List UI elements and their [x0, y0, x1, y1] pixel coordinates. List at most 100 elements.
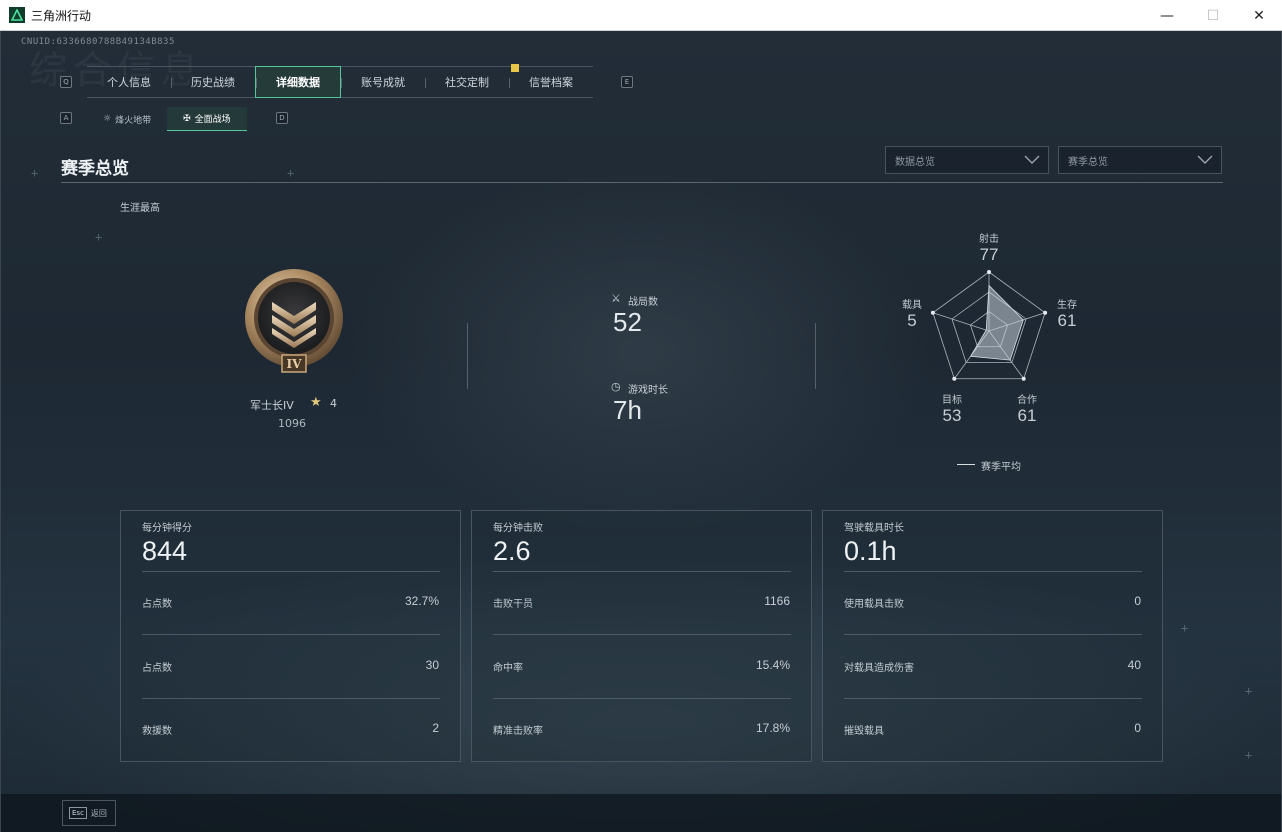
data-overview-dropdown[interactable]: 数据总览 — [885, 146, 1049, 174]
radar-data-polygon — [969, 284, 1024, 361]
radar-value-survival: 61 — [1057, 311, 1077, 330]
row-label: 占点数 — [142, 599, 172, 610]
back-label: 返回 — [90, 808, 107, 818]
card-title: 每分钟击败 — [493, 523, 543, 534]
vehicle-card: 驾驶载具时长 0.1h 使用载具击败 0 对载具造成伤害 40 摧毁载具 0 — [822, 510, 1163, 762]
warfare-icon: ✠ — [183, 113, 191, 124]
card-value: 0.1h — [844, 536, 897, 566]
radar-label-vehicle: 载具 — [902, 300, 922, 311]
crosshair-icon: + — [1181, 621, 1189, 635]
radar-label-shooting: 射击 — [979, 234, 999, 245]
rank-name: 军士长IV — [250, 399, 294, 412]
player-uid: CNUID:6336680788B49134B835 — [21, 37, 175, 47]
key-hint-a: A — [60, 112, 72, 124]
row-value: 32.7% — [404, 594, 439, 608]
card-divider — [493, 698, 791, 699]
radar-label-survival: 生存 — [1057, 300, 1077, 311]
game-viewport: 综合信息 CNUID:6336680788B49134B835 + + + + … — [0, 31, 1282, 832]
tab-achievements[interactable]: 账号成就 — [341, 67, 425, 97]
close-button[interactable]: ✕ — [1236, 0, 1282, 31]
tab-credit[interactable]: 信誉档案 — [509, 67, 593, 97]
row-value: 17.8% — [755, 721, 790, 735]
radar-label-teamwork: 合作 — [1017, 395, 1037, 406]
kills-card: 每分钟击败 2.6 击败干员 1166 命中率 15.4% 精准击败率 17.8… — [471, 510, 812, 762]
radar-value-vehicle: 5 — [907, 311, 917, 330]
rank-emblem-icon: IV — [242, 268, 346, 380]
row-value: 40 — [1127, 658, 1141, 672]
card-divider — [142, 634, 440, 635]
card-divider — [493, 634, 791, 635]
row-label: 救援数 — [142, 726, 172, 737]
card-title: 每分钟得分 — [142, 523, 192, 534]
subtab-label: 全面战场 — [194, 115, 231, 125]
card-divider — [142, 698, 440, 699]
radar-label-objective: 目标 — [942, 395, 962, 406]
row-label: 占点数 — [142, 663, 172, 674]
row-value: 1166 — [764, 594, 790, 608]
radar-vertex-dot — [952, 376, 957, 381]
card-divider — [844, 571, 1142, 572]
radar-value-shooting: 77 — [979, 245, 999, 264]
radar-value-teamwork: 61 — [1017, 406, 1037, 425]
card-divider — [844, 634, 1142, 635]
maximize-button[interactable]: ☐ — [1190, 0, 1236, 31]
row-label: 使用载具击败 — [844, 599, 904, 610]
playtime-value: 7h — [613, 395, 642, 425]
tab-detailed-data[interactable]: 详细数据 — [255, 66, 341, 98]
subtab-warfare[interactable]: ✠ 全面战场 — [167, 107, 247, 131]
career-best-label: 生涯最高 — [120, 203, 160, 214]
card-value: 2.6 — [493, 536, 531, 566]
tab-profile[interactable]: 个人信息 — [87, 67, 171, 97]
tab-social[interactable]: 社交定制 — [425, 67, 509, 97]
window-title: 三角洲行动 — [31, 8, 92, 23]
dropdown-value: 数据总览 — [895, 156, 935, 168]
notification-badge — [511, 64, 519, 72]
crosshair-icon: + — [31, 166, 39, 180]
key-hint-q: Q — [60, 76, 72, 88]
crosshair-icon: + — [1245, 748, 1253, 762]
rank-numeral: IV — [287, 357, 303, 371]
playtime-label: 游戏时长 — [628, 385, 668, 396]
window-titlebar: 三角洲行动 — ☐ ✕ — [0, 0, 1282, 31]
footer-bar: Esc 返回 — [1, 794, 1281, 832]
star-icon: ★ — [310, 395, 322, 410]
back-button[interactable]: Esc 返回 — [62, 800, 116, 826]
tab-history[interactable]: 历史战绩 — [171, 67, 255, 97]
section-title: 赛季总览 — [61, 159, 129, 179]
minimize-button[interactable]: — — [1144, 0, 1190, 31]
app-logo-icon — [9, 7, 25, 23]
radar-value-objective: 53 — [942, 406, 962, 425]
subtab-operations[interactable]: ☼ 烽火地带 — [87, 107, 167, 131]
score-card: 每分钟得分 844 占点数 32.7% 占点数 30 救援数 2 — [120, 510, 461, 762]
row-label: 精准击败率 — [493, 726, 543, 737]
row-label: 摧毁载具 — [844, 726, 884, 737]
rank-star-count: 4 — [330, 397, 337, 410]
radar-vertex-dot — [987, 270, 991, 274]
matches-value: 52 — [613, 307, 642, 337]
legend-line — [957, 464, 975, 465]
dropdown-value: 赛季总览 — [1068, 156, 1108, 168]
esc-key-hint: Esc — [69, 807, 87, 819]
row-label: 对载具造成伤害 — [844, 663, 914, 674]
card-value: 844 — [142, 536, 188, 566]
key-hint-e: E — [621, 76, 633, 88]
row-value: 0 — [1134, 721, 1141, 735]
subtab-label: 烽火地带 — [115, 115, 152, 126]
crossed-swords-icon: ⚔ — [611, 292, 621, 305]
card-divider — [142, 571, 440, 572]
row-value: 0 — [1134, 594, 1141, 608]
row-label: 命中率 — [493, 663, 523, 674]
clock-icon: ◷ — [611, 380, 621, 393]
crosshair-icon: + — [1245, 684, 1253, 698]
season-dropdown[interactable]: 赛季总览 — [1058, 146, 1222, 174]
chevron-down-icon — [1197, 155, 1213, 164]
mode-subtabs: ☼ 烽火地带 ✠ 全面战场 — [87, 107, 247, 131]
flame-icon: ☼ — [103, 114, 112, 124]
card-divider — [493, 571, 791, 572]
crosshair-icon: + — [95, 230, 103, 244]
row-value: 15.4% — [755, 658, 790, 672]
card-title: 驾驶载具时长 — [844, 523, 904, 534]
radar-spoke — [932, 312, 990, 332]
crosshair-icon: + — [287, 166, 295, 180]
card-divider — [844, 698, 1142, 699]
